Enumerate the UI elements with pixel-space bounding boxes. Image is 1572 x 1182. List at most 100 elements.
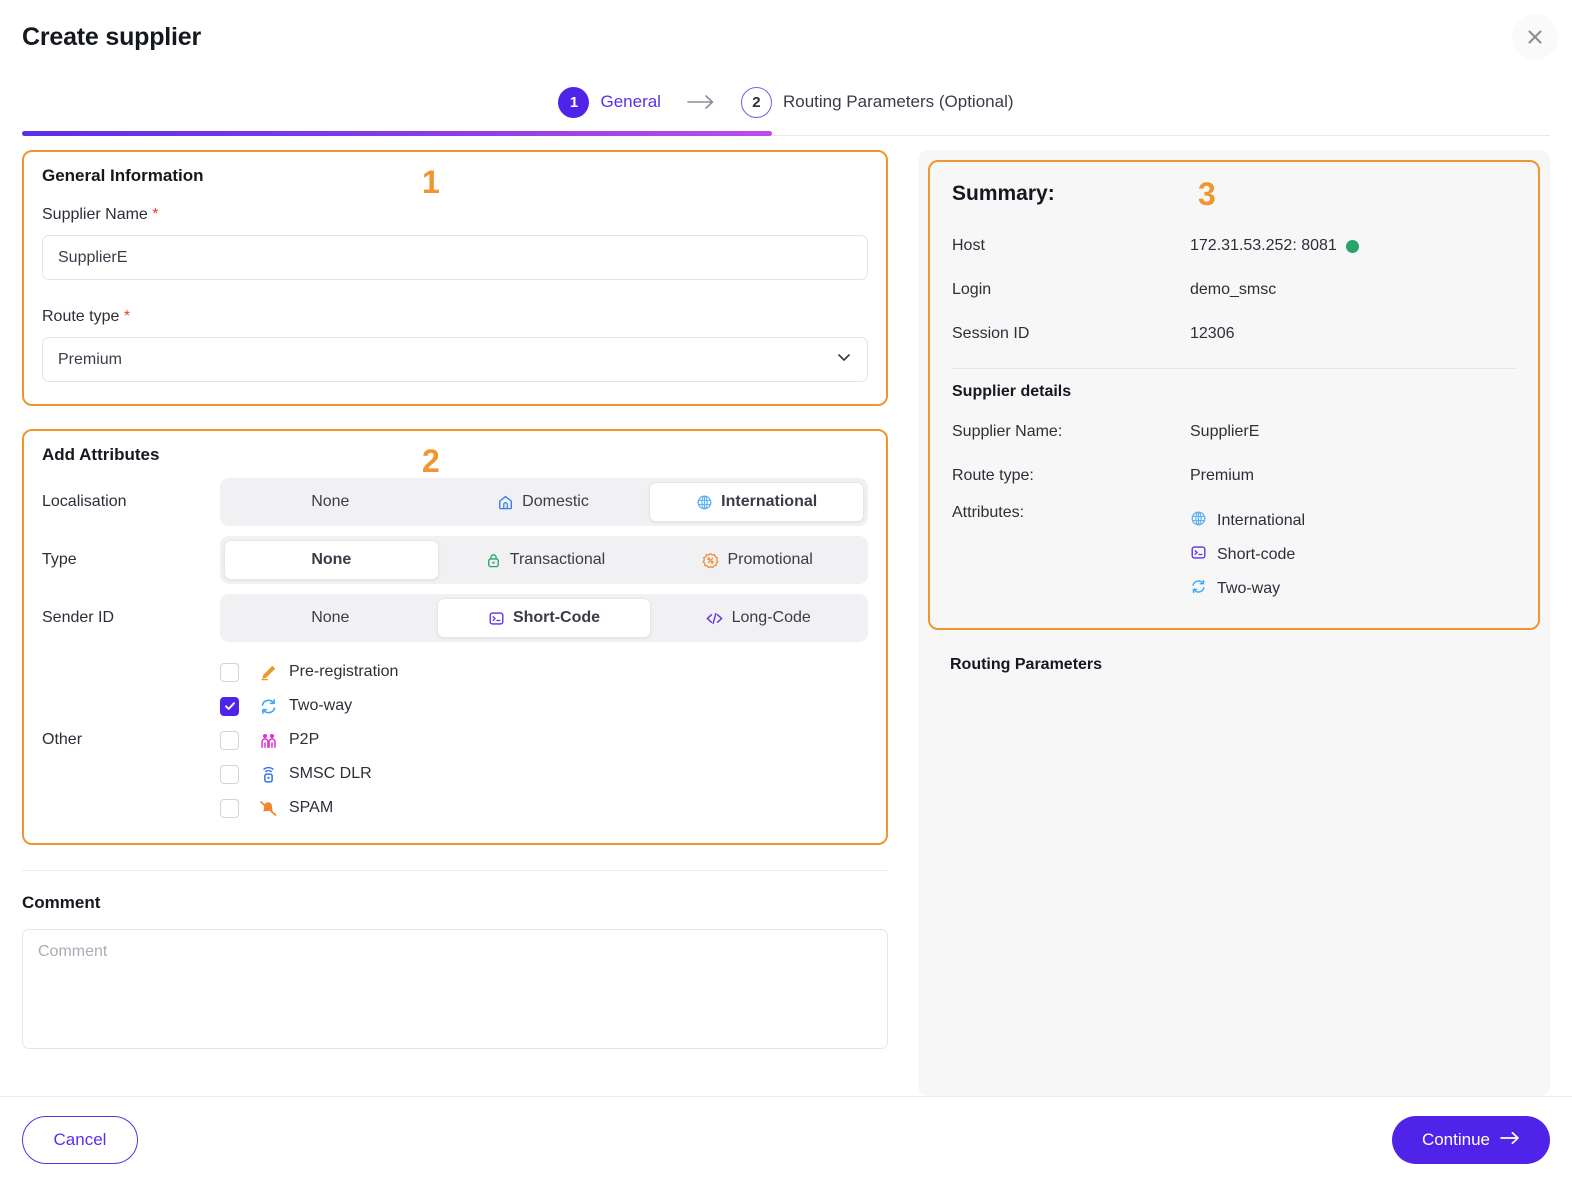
checkbox-item-pre-registration[interactable]: Pre-registration [220,655,868,689]
spam-checkbox[interactable] [220,798,239,818]
home-icon [497,494,514,511]
sender-id-long-code-label: Long-Code [731,609,811,626]
type-option-none[interactable]: None [224,540,439,580]
summary-row-route-type: Route type: Premium [952,454,1516,498]
route-type-required: * [123,308,131,325]
step-routing-parameters[interactable]: 2 Routing Parameters (Optional) [740,86,1014,118]
localisation-domestic-label: Domestic [522,493,589,510]
checkbox-item-smsc-dlr[interactable]: SMSC DLR [220,757,868,791]
comment-heading: Comment [22,893,101,912]
globe-icon [1190,510,1207,532]
summary-supplier-name-key: Supplier Name: [952,423,1063,440]
pencil-icon [251,663,285,682]
sender-id-segmented-control: None Short-Code Long-Code [220,594,868,642]
modal-header: Create supplier [0,0,1572,74]
type-none-label: None [311,551,352,568]
discount-icon [702,552,719,569]
other-label: Other [42,731,83,748]
route-type-value: Premium [58,350,123,368]
localisation-option-none[interactable]: None [224,482,437,522]
refresh-icon [1190,578,1207,600]
summary-login-value: demo_smsc [1190,281,1277,298]
summary-row-supplier-name: Supplier Name: SupplierE [952,410,1516,454]
supplier-name-label-text: Supplier Name [42,206,148,223]
page-title: Create supplier [22,22,202,51]
routing-parameters-heading: Routing Parameters [950,656,1103,673]
route-type-select[interactable]: Premium [42,337,868,382]
comment-divider [22,870,888,871]
step-routing-label: Routing Parameters (Optional) [782,92,1014,111]
modal-body: 1 General Information Supplier Name * Ro… [0,136,1572,1096]
summary-host-key: Host [952,237,985,254]
status-dot-online [1345,239,1359,253]
spam-label: SPAM [289,799,334,816]
summary-attributes-key: Attributes: [952,504,1025,521]
checkbox-item-spam[interactable]: SPAM [220,791,868,825]
localisation-option-domestic[interactable]: Domestic [437,482,650,522]
sender-id-short-code-label: Short-Code [512,609,601,626]
summary-row-login: Login demo_smsc [952,268,1516,312]
p2p-label: P2P [289,731,320,748]
field-spacer [42,280,868,308]
summary-host-value: 172.31.53.252: 8081 [1190,237,1337,254]
type-segmented-control: None Transactional Promotional [220,536,868,584]
summary-attributes-list: International Short-code Two-way [1190,504,1305,606]
refresh-icon [251,697,285,716]
localisation-international-label: International [721,493,818,510]
summary-title: Summary: [952,182,1055,205]
summary-shell: 3 Summary: Host 172.31.53.252: 8081 Logi… [918,150,1550,1096]
supplier-details-heading: Supplier details [952,383,1072,400]
summary-row-host: Host 172.31.53.252: 8081 [952,224,1516,268]
summary-route-type-key: Route type: [952,467,1034,484]
general-information-panel: 1 General Information Supplier Name * Ro… [22,150,888,406]
step-general-label: General [600,92,661,111]
smsc-dlr-label: SMSC DLR [289,765,372,782]
localisation-option-international[interactable]: International [649,482,865,522]
smsc-dlr-checkbox[interactable] [220,764,239,784]
sender-id-option-none[interactable]: None [224,598,437,638]
type-transactional-label: Transactional [509,551,606,568]
localisation-segmented-control: None Domestic International [220,478,868,526]
sender-id-label: Sender ID [42,609,115,626]
cancel-button[interactable]: Cancel [22,1115,138,1164]
route-type-label: Route type * [42,308,868,326]
create-supplier-modal: Create supplier 1 General 2 Routing Para… [0,0,1572,1182]
sender-id-none-label: None [311,609,350,626]
people-icon [251,731,285,750]
summary-attribute-short-code-label: Short-code [1217,546,1296,563]
two-way-label: Two-way [289,697,353,714]
summary-attribute-two-way-label: Two-way [1217,580,1281,597]
supplier-name-input[interactable] [42,235,868,280]
comment-textarea[interactable] [22,929,888,1049]
summary-panel: 3 Summary: Host 172.31.53.252: 8081 Logi… [928,160,1540,630]
type-option-promotional[interactable]: Promotional [651,540,864,580]
step-general[interactable]: 1 General [558,86,661,118]
pre-registration-checkbox[interactable] [220,662,239,682]
lock-icon [485,552,502,569]
localisation-none-label: None [311,493,350,510]
summary-divider [952,368,1516,369]
attribute-row-other: Other Pre-registration Two-way P2P SMSC … [42,647,868,825]
attribute-row-localisation: Localisation None Domestic International [42,473,868,531]
type-option-transactional[interactable]: Transactional [439,540,652,580]
progress-bar [22,131,772,136]
add-attributes-heading: Add Attributes [42,445,160,464]
other-checkbox-list: Pre-registration Two-way P2P SMSC DLR SP… [220,655,868,825]
p2p-checkbox[interactable] [220,730,239,750]
sender-id-option-short-code[interactable]: Short-Code [436,598,652,638]
continue-button[interactable]: Continue [1391,1115,1550,1164]
close-button[interactable] [1512,14,1558,60]
two-way-checkbox[interactable] [220,696,239,716]
summary-attribute-two-way: Two-way [1190,572,1305,606]
general-information-heading: General Information [42,166,204,185]
add-attributes-panel: 2 Add Attributes Localisation None Domes… [22,429,888,845]
signal-icon [251,765,285,784]
summary-login-key: Login [952,281,992,298]
checkbox-item-two-way[interactable]: Two-way [220,689,868,723]
attribute-row-type: Type None Transactional Promotional [42,531,868,589]
checkbox-item-p2p[interactable]: P2P [220,723,868,757]
arrow-right-icon [1500,1130,1520,1150]
sender-id-option-long-code[interactable]: Long-Code [651,598,864,638]
supplier-name-required: * [152,206,159,223]
close-icon [1525,27,1545,47]
